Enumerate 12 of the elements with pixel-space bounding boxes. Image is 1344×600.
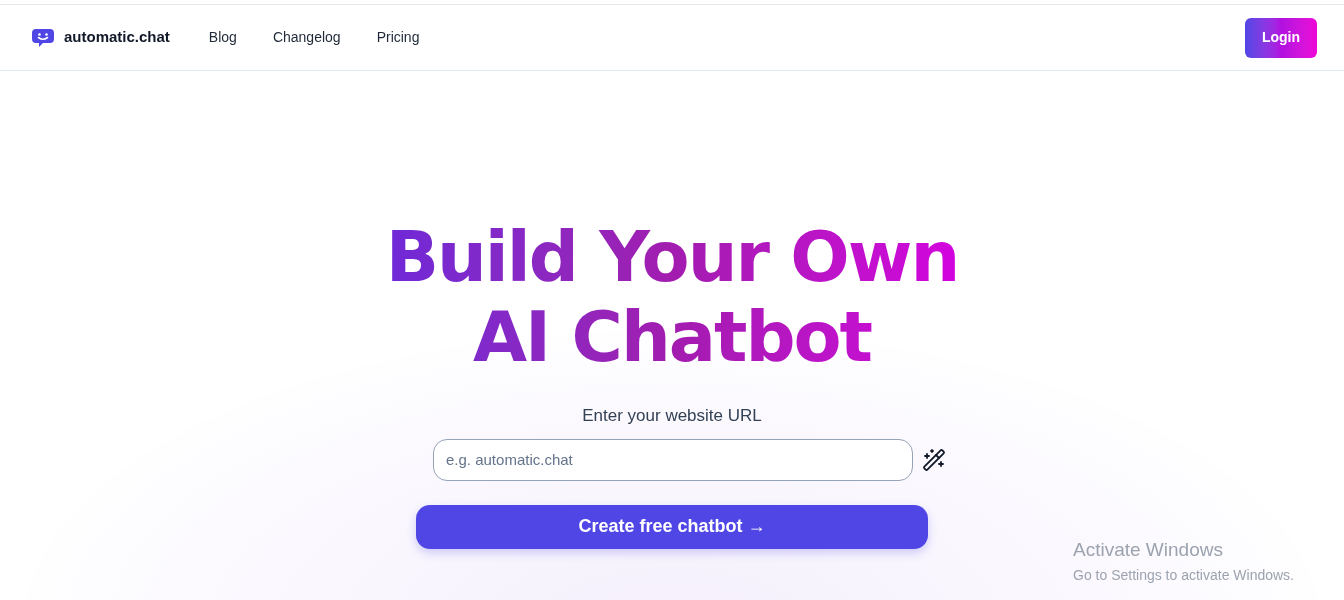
create-chatbot-button[interactable]: Create free chatbot → [416,504,928,549]
brand-link[interactable]: automatic.chat [64,26,170,49]
field-label: Enter your website URL [582,405,762,427]
activate-windows-title: Activate Windows [1073,538,1224,562]
url-input-field[interactable]: e.g. automatic.chat [433,438,913,481]
login-button[interactable]: Login [1244,17,1317,58]
nav-link[interactable]: Changelog [272,27,341,48]
chat-bubble-logo-icon [32,27,54,48]
magic-wand-icon[interactable] [922,447,946,472]
activate-windows-subtitle: Go to Settings to activate Windows. [1073,565,1294,585]
nav-link[interactable]: Pricing [376,27,420,48]
nav-link[interactable]: Blog [208,27,237,48]
